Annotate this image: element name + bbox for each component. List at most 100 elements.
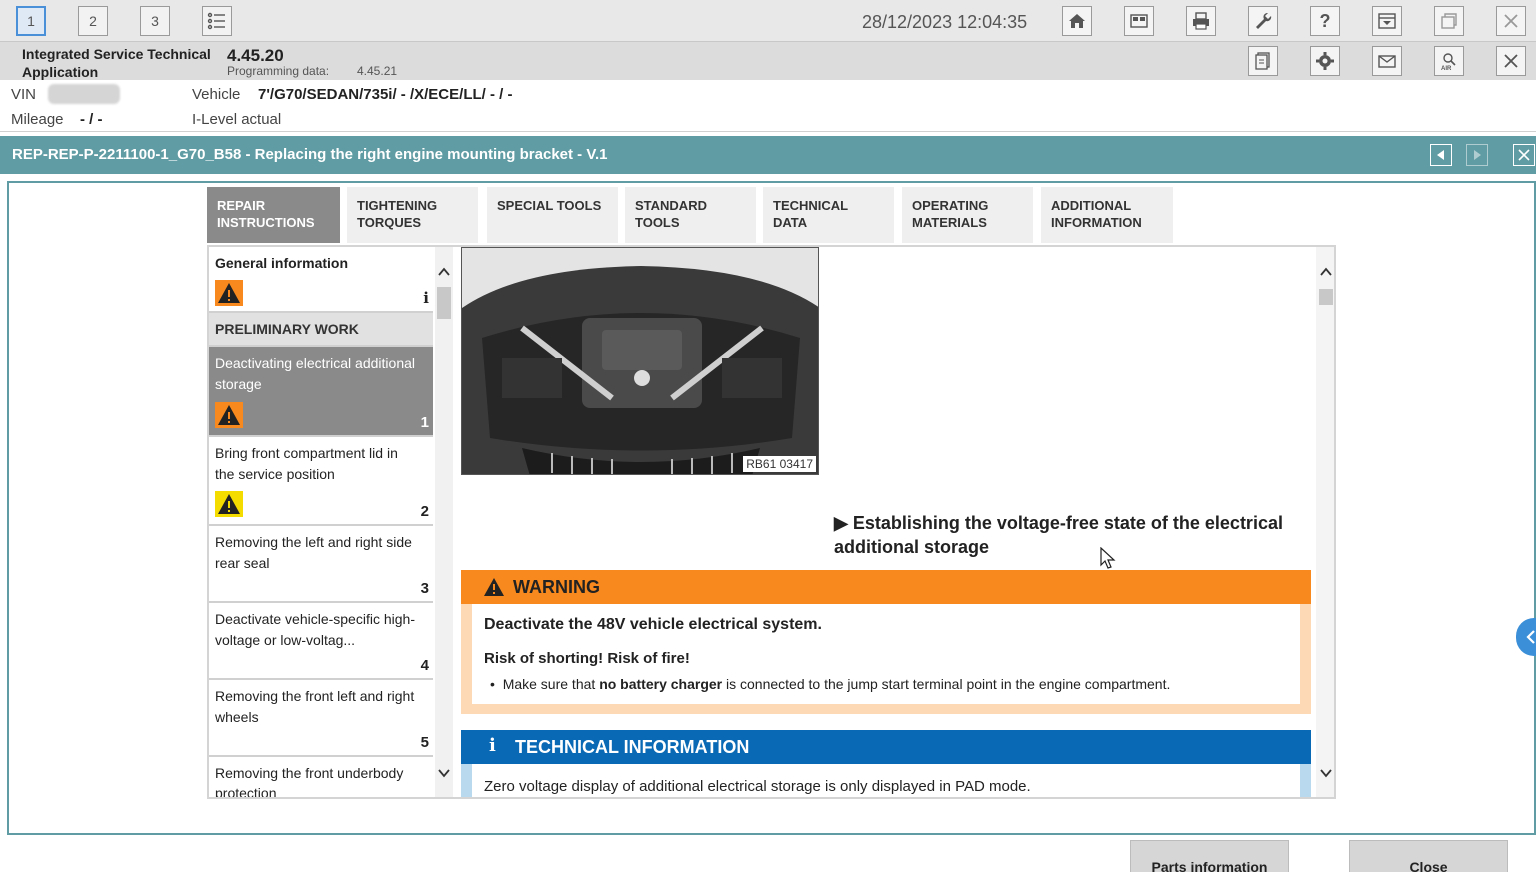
tab-label-line1: STANDARD (635, 198, 707, 213)
tab-operating-materials[interactable]: OPERATING MATERIALS (902, 187, 1033, 243)
bullet-marker: • (490, 676, 503, 692)
warning-bullet-bold: no battery charger (599, 676, 723, 692)
warning-bullet: • Make sure that no battery charger is c… (490, 676, 1170, 692)
close-button[interactable]: Close (1349, 840, 1508, 872)
nav-item-step-6[interactable]: Removing the front underbody protection (209, 757, 433, 799)
step-number: 4 (420, 657, 429, 674)
application-name: Integrated Service Technical Application (22, 46, 211, 80)
dropdown-menu-icon[interactable] (1372, 6, 1402, 36)
svg-text:AIR: AIR (1441, 66, 1452, 71)
wrench-icon[interactable] (1248, 6, 1278, 36)
document-scroll-thumb[interactable] (1319, 289, 1333, 305)
air-search-icon[interactable]: AIR (1434, 46, 1464, 76)
warning-line-2: Risk of shorting! Risk of fire! (484, 650, 690, 667)
ilevel-label: I-Level actual (192, 111, 282, 128)
tab-label-line1: OPERATING (912, 198, 989, 213)
tab-label-line1: SPECIAL TOOLS (497, 198, 602, 213)
close-icon[interactable] (1496, 46, 1526, 76)
window-restore-icon[interactable] (1434, 6, 1464, 36)
document-icon[interactable] (1248, 46, 1278, 76)
envelope-icon[interactable] (1372, 46, 1402, 76)
warning-label: WARNING (513, 577, 600, 597)
nav-item-step-4[interactable]: Deactivate vehicle-specific high-voltage… (209, 603, 433, 680)
nav-section-preliminary-work: PRELIMINARY WORK (209, 313, 433, 347)
tab-special-tools[interactable]: SPECIAL TOOLS (487, 187, 618, 243)
programming-data-label: Programming data: (227, 64, 330, 78)
warning-header: WARNING (461, 570, 1311, 604)
info-marker: i (423, 289, 429, 307)
nav-scrollbar[interactable] (435, 247, 453, 797)
image-reference-code: RB61 03417 (743, 456, 816, 472)
close-icon[interactable] (1496, 6, 1526, 36)
engine-compartment-image: RB61 03417 (461, 247, 819, 475)
step-number: 1 (420, 414, 429, 431)
document-scrollbar[interactable] (1316, 247, 1334, 797)
session-tab-1[interactable]: 1 (16, 6, 46, 36)
tab-tightening-torques[interactable]: TIGHTENING TORQUES (347, 187, 478, 243)
caution-triangle-icon (215, 491, 243, 517)
session-tab-2[interactable]: 2 (78, 6, 108, 36)
nav-item-label: Deactivating electrical additional stora… (215, 355, 415, 392)
warning-triangle-icon (215, 402, 243, 428)
vin-label: VIN (11, 86, 37, 103)
help-icon[interactable]: ? (1310, 6, 1340, 36)
home-icon[interactable] (1062, 6, 1092, 36)
session-tab-3[interactable]: 3 (140, 6, 170, 36)
nav-item-label: Removing the left and right side rear se… (215, 534, 412, 571)
nav-item-step-5[interactable]: Removing the front left and right wheels… (209, 680, 433, 757)
vehicle-value: 7'/G70/SEDAN/735i/ - /X/ECE/LL/ - / - (258, 86, 513, 103)
technical-information-line-1: Zero voltage display of additional elect… (484, 778, 1031, 795)
tab-technical-data[interactable]: TECHNICAL DATA (763, 187, 894, 243)
warning-bullet-post: is connected to the jump start terminal … (722, 676, 1171, 692)
mileage-value: - / - (80, 111, 103, 128)
parts-information-button[interactable]: Parts information (1130, 840, 1289, 872)
technical-information-header: i TECHNICAL INFORMATION (461, 730, 1311, 764)
nav-item-label: Bring front compartment lid in the servi… (215, 445, 398, 482)
nav-item-label: Removing the front left and right wheels (215, 688, 415, 725)
warning-triangle-icon (215, 280, 243, 306)
tab-label-line2: MATERIALS (912, 215, 987, 230)
programming-data-value: 4.45.21 (357, 64, 398, 78)
print-icon[interactable] (1186, 6, 1216, 36)
chevron-down-icon[interactable] (1319, 766, 1333, 780)
next-document-button[interactable] (1466, 144, 1488, 166)
tab-label-line1: REPAIR (217, 198, 266, 213)
tab-label-line2: INSTRUCTIONS (217, 215, 315, 230)
screen-split-icon[interactable] (1124, 6, 1154, 36)
nav-item-label: General information (215, 255, 349, 271)
tab-label-line1: ADDITIONAL (1051, 198, 1132, 213)
vehicle-label: Vehicle (192, 86, 241, 103)
datetime-display: 28/12/2023 12:04:35 (862, 12, 1028, 32)
nav-item-label: Removing the front underbody protection (215, 765, 404, 799)
instruction-document: RB61 03417 ▶ Establishing the voltage-fr… (459, 247, 1314, 797)
tab-label-line2: TORQUES (357, 215, 422, 230)
application-info-bar: Integrated Service Technical Application… (0, 42, 1536, 80)
tab-label-line2: INFORMATION (1051, 215, 1142, 230)
nav-item-general-information[interactable]: General information i (209, 247, 433, 313)
chevron-down-icon[interactable] (437, 766, 451, 780)
step-number: 2 (420, 503, 429, 520)
step-navigation-list: General information i PRELIMINARY WORK D… (209, 247, 435, 799)
chevron-up-icon[interactable] (1319, 265, 1333, 279)
tab-additional-information[interactable]: ADDITIONAL INFORMATION (1041, 187, 1173, 243)
list-icon[interactable] (202, 6, 232, 36)
top-toolbar: 1 2 3 28/12/2023 12:04:35 ? (0, 0, 1536, 42)
nav-item-step-3[interactable]: Removing the left and right side rear se… (209, 526, 433, 603)
nav-section-label: PRELIMINARY WORK (215, 321, 359, 337)
previous-document-button[interactable] (1430, 144, 1452, 166)
info-icon: i (489, 735, 496, 756)
mouse-cursor-icon (1100, 547, 1116, 569)
warning-triangle-icon (484, 578, 504, 596)
tab-repair-instructions[interactable]: REPAIR INSTRUCTIONS (207, 187, 340, 243)
nav-item-step-2[interactable]: Bring front compartment lid in the servi… (209, 437, 433, 526)
chevron-up-icon[interactable] (437, 265, 451, 279)
nav-scroll-thumb[interactable] (437, 287, 451, 319)
technical-information-label: TECHNICAL INFORMATION (515, 737, 750, 757)
nav-item-step-1[interactable]: Deactivating electrical additional stora… (209, 347, 433, 437)
chevron-left-icon (1526, 630, 1535, 644)
app-window: 1 2 3 28/12/2023 12:04:35 ? Integrated S… (0, 0, 1536, 872)
settings-gear-icon[interactable] (1310, 46, 1340, 76)
close-document-button[interactable] (1513, 144, 1535, 166)
mileage-label: Mileage (11, 111, 64, 128)
tab-standard-tools[interactable]: STANDARD TOOLS (625, 187, 756, 243)
